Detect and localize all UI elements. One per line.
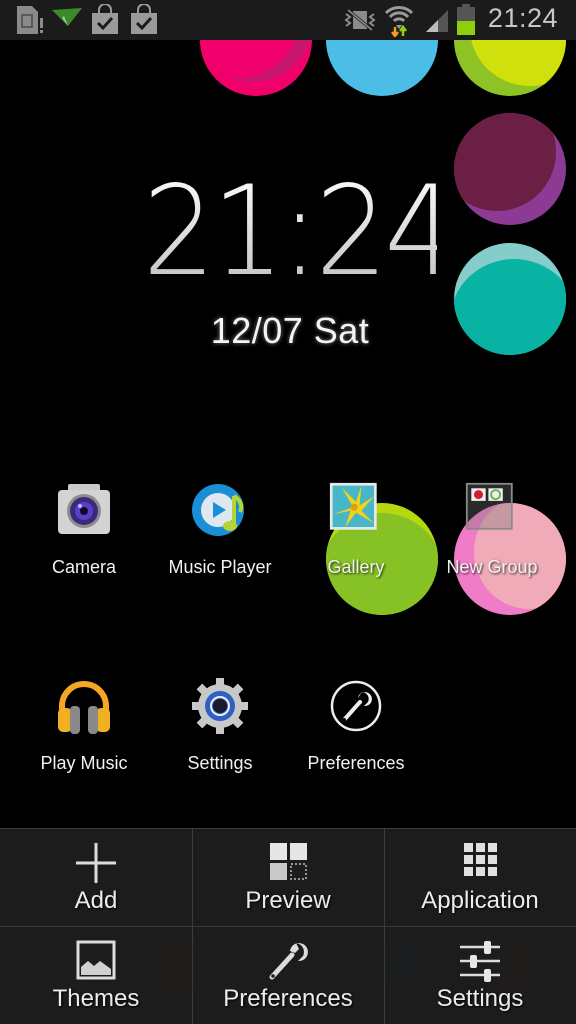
menu-item-preferences[interactable]: Preferences xyxy=(192,927,384,1024)
menu-item-label: Application xyxy=(421,887,539,914)
image-icon xyxy=(76,940,116,980)
app-label: Camera xyxy=(51,557,117,577)
sliders-icon xyxy=(460,941,500,982)
app-preferences[interactable]: Preferences xyxy=(288,678,424,788)
menu-item-label: Themes xyxy=(52,985,140,1012)
battery-icon xyxy=(457,4,475,35)
menu-item-label: Preview xyxy=(245,887,331,914)
shopping-bag-check-icon xyxy=(92,4,118,34)
menu-item-preview[interactable]: Preview xyxy=(192,829,384,927)
headphones-icon xyxy=(58,681,110,734)
clock-time[interactable]: 21:24 xyxy=(143,164,457,301)
menu-item-themes[interactable]: Themes xyxy=(0,927,192,1024)
app-play-music[interactable]: Play Music xyxy=(16,678,152,788)
app-label: Gallery xyxy=(327,557,385,577)
plus-icon xyxy=(76,843,116,883)
app-label: Preferences xyxy=(307,753,405,773)
sim-card-icon xyxy=(17,6,43,34)
wallpaper-bubble-plum xyxy=(454,113,566,225)
app-label: Music Player xyxy=(168,557,272,577)
status-time: 21:24 xyxy=(487,3,558,33)
vibrate-mute-icon xyxy=(344,8,376,32)
wrench-circle-icon xyxy=(330,680,382,732)
gear-icon xyxy=(192,678,248,734)
app-label: Settings xyxy=(187,753,253,773)
paper-plane-icon xyxy=(52,8,82,26)
app-gallery[interactable]: Gallery xyxy=(288,482,424,592)
clock-date: 12/07 Sat xyxy=(210,310,370,351)
status-bar[interactable]: 21:24 xyxy=(0,0,576,40)
options-menu: Add Preview Application Themes Preferenc… xyxy=(0,828,576,1024)
shopping-bag-check-icon xyxy=(131,4,157,34)
app-camera[interactable]: Camera xyxy=(16,482,152,592)
camera-icon xyxy=(58,484,110,534)
menu-item-label: Preferences xyxy=(223,985,353,1012)
gallery-icon xyxy=(329,482,377,530)
app-label: New Group xyxy=(446,557,538,577)
wifi-icon xyxy=(384,6,414,37)
wrench-icon xyxy=(269,943,308,980)
menu-item-application[interactable]: Application xyxy=(384,829,576,927)
folder-group-icon xyxy=(465,482,513,530)
app-settings[interactable]: Settings xyxy=(152,678,288,788)
menu-item-add[interactable]: Add xyxy=(0,829,192,927)
app-music-player[interactable]: Music Player xyxy=(152,482,288,592)
preview-grid-icon xyxy=(270,843,307,880)
wallpaper-bubble-teal xyxy=(454,243,566,355)
app-folder-new-group[interactable]: New Group xyxy=(424,482,560,592)
signal-icon xyxy=(426,10,448,32)
menu-item-settings[interactable]: Settings xyxy=(384,927,576,1024)
menu-item-label: Add xyxy=(74,887,118,914)
app-grid-icon xyxy=(464,843,497,876)
app-label: Play Music xyxy=(40,753,128,773)
music-player-icon xyxy=(192,484,244,536)
menu-item-label: Settings xyxy=(436,985,524,1012)
